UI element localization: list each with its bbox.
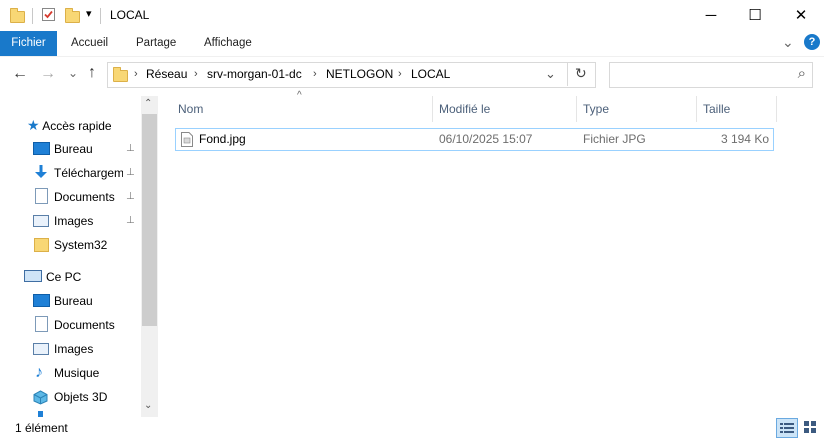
file-type: Fichier JPG — [583, 132, 646, 146]
refresh-icon: ↻ — [575, 65, 587, 81]
column-header-modified[interactable]: Modifié le — [439, 96, 490, 122]
back-button[interactable]: ← — [12, 65, 28, 83]
breadcrumb-server[interactable]: srv-morgan-01-dc — [207, 62, 302, 86]
column-header-type[interactable]: Type — [583, 96, 609, 122]
breadcrumb-netlogon[interactable]: NETLOGON — [326, 62, 393, 86]
forward-button[interactable]: → — [40, 65, 56, 83]
desktop-icon — [33, 142, 50, 155]
status-bar — [0, 417, 824, 440]
column-divider[interactable] — [696, 96, 697, 122]
sidebar-item-label: Ce PC — [46, 270, 82, 284]
sidebar-item-label: Musique — [54, 366, 100, 380]
sidebar-item-label: Accès rapide — [42, 119, 112, 133]
address-dropdown-button[interactable]: ⌄ — [545, 66, 556, 82]
large-icons-view-button[interactable] — [800, 418, 820, 436]
images-icon — [33, 215, 49, 227]
ribbon-expand-icon[interactable]: ⌄ — [782, 34, 794, 51]
properties-icon[interactable] — [41, 7, 56, 22]
scroll-thumb[interactable] — [142, 114, 157, 326]
pin-icon[interactable]: ⊥ — [126, 143, 135, 154]
column-divider[interactable] — [432, 96, 433, 122]
file-name[interactable]: Fond.jpg — [199, 128, 246, 151]
recent-locations-button[interactable]: ⌄ — [68, 66, 78, 80]
large-icons-view-icon — [804, 421, 816, 433]
breadcrumb-separator[interactable]: › — [313, 62, 317, 86]
tab-file[interactable]: Fichier — [0, 31, 57, 56]
window-title: LOCAL — [110, 8, 150, 22]
scroll-down-button[interactable]: ⌄ — [144, 400, 152, 411]
documents-icon — [35, 316, 48, 332]
folder-icon — [10, 8, 25, 23]
music-icon: ♪ — [35, 364, 43, 381]
computer-icon — [24, 270, 42, 282]
breadcrumb-local[interactable]: LOCAL — [411, 62, 450, 86]
sidebar-item-label: System32 — [54, 238, 108, 252]
minimize-button[interactable]: ─ — [688, 0, 734, 31]
separator — [100, 8, 101, 24]
image-file-icon — [181, 132, 193, 150]
maximize-button[interactable]: ☐ — [732, 0, 778, 31]
column-divider[interactable] — [776, 96, 777, 122]
column-header-size[interactable]: Taille — [703, 96, 730, 122]
tab-share[interactable]: Partage — [136, 31, 176, 56]
column-divider[interactable] — [576, 96, 577, 122]
ribbon — [0, 31, 824, 57]
folder-icon — [34, 238, 49, 252]
close-button[interactable]: ✕ — [778, 0, 824, 31]
pin-icon[interactable]: ⊥ — [126, 167, 135, 178]
folder-icon — [113, 67, 128, 82]
breadcrumb-separator[interactable]: › — [398, 62, 402, 86]
file-modified: 06/10/2025 15:07 — [439, 132, 533, 146]
sidebar-item-label: Documents — [54, 318, 115, 332]
sidebar-item-label: Images — [54, 342, 94, 356]
sidebar-item-downloads[interactable]: Téléchargements — [33, 161, 123, 185]
breadcrumb-separator[interactable]: › — [194, 62, 198, 86]
separator — [32, 8, 33, 24]
sidebar-item-quick-access[interactable]: ★ Accès rapide — [27, 113, 112, 137]
breadcrumb-network[interactable]: Réseau — [146, 62, 187, 86]
sidebar-item-label: Bureau — [54, 294, 93, 308]
tab-home[interactable]: Accueil — [71, 31, 108, 56]
refresh-button[interactable]: ↻ — [567, 62, 595, 86]
sort-ascending-icon: ^ — [297, 90, 302, 101]
details-view-icon — [780, 423, 794, 433]
file-size: 3 194 Ko — [720, 132, 769, 146]
sidebar-item-label: Images — [54, 214, 94, 228]
download-icon — [34, 164, 48, 185]
images-icon — [33, 343, 49, 355]
breadcrumb-separator[interactable]: › — [134, 62, 138, 86]
column-header-name[interactable]: Nom — [178, 96, 203, 122]
sidebar-item-desktop[interactable]: Bureau — [33, 137, 141, 161]
sidebar-item-documents[interactable]: Documents — [33, 185, 141, 209]
search-icon: ⌕ — [797, 65, 806, 82]
3d-objects-icon — [33, 389, 48, 413]
sidebar-item-images[interactable]: Images — [33, 209, 141, 233]
sidebar-item-label: Documents — [54, 190, 115, 204]
search-input[interactable]: ⌕ — [609, 62, 813, 88]
details-view-button[interactable] — [776, 418, 798, 438]
new-folder-icon[interactable] — [65, 8, 80, 23]
documents-icon — [35, 188, 48, 204]
item-count: 1 élément — [15, 421, 68, 435]
tab-view[interactable]: Affichage — [204, 31, 252, 56]
scroll-up-button[interactable]: ⌃ — [144, 98, 152, 109]
up-button[interactable]: ↑ — [88, 64, 96, 82]
pin-icon[interactable]: ⊥ — [126, 191, 135, 202]
star-icon: ★ — [27, 117, 40, 133]
pin-icon[interactable]: ⊥ — [126, 215, 135, 226]
sidebar-item-label: Objets 3D — [54, 390, 108, 404]
sidebar-item-label: Bureau — [54, 142, 93, 156]
sidebar-item-label: Téléchargements — [54, 166, 123, 180]
quick-access-dropdown[interactable]: ▾ — [86, 7, 92, 20]
help-icon[interactable]: ? — [804, 34, 820, 50]
desktop-icon — [33, 294, 50, 307]
